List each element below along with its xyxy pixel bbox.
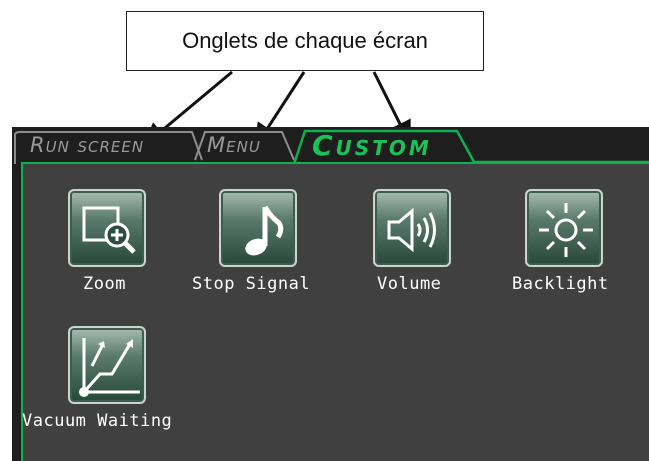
vacuum-waiting-button[interactable]	[68, 326, 146, 404]
tab-custom[interactable]: Custom	[312, 129, 432, 162]
backlight-button[interactable]	[525, 189, 603, 267]
zoom-label: Zoom	[83, 274, 126, 294]
backlight-label: Backlight	[512, 274, 609, 294]
volume-button[interactable]	[373, 189, 451, 267]
vacuum-waiting-label: Vacuum Waiting	[22, 411, 173, 431]
zoom-button[interactable]	[68, 189, 146, 267]
stop-signal-label: Stop Signal	[192, 274, 311, 294]
stop-signal-button[interactable]	[219, 189, 297, 267]
volume-label: Volume	[377, 274, 442, 294]
tab-menu[interactable]: Menu	[207, 133, 261, 157]
music-note-icon	[245, 205, 284, 256]
sun-brightness-icon	[539, 203, 593, 257]
tab-run-screen[interactable]: Run screen	[30, 133, 144, 157]
vacuum-graph-icon	[79, 338, 140, 397]
speaker-volume-icon	[387, 207, 436, 253]
device-screen: Run screen Menu Custom Zoom Stop Signal …	[12, 127, 649, 461]
zoom-in-icon	[82, 206, 136, 254]
